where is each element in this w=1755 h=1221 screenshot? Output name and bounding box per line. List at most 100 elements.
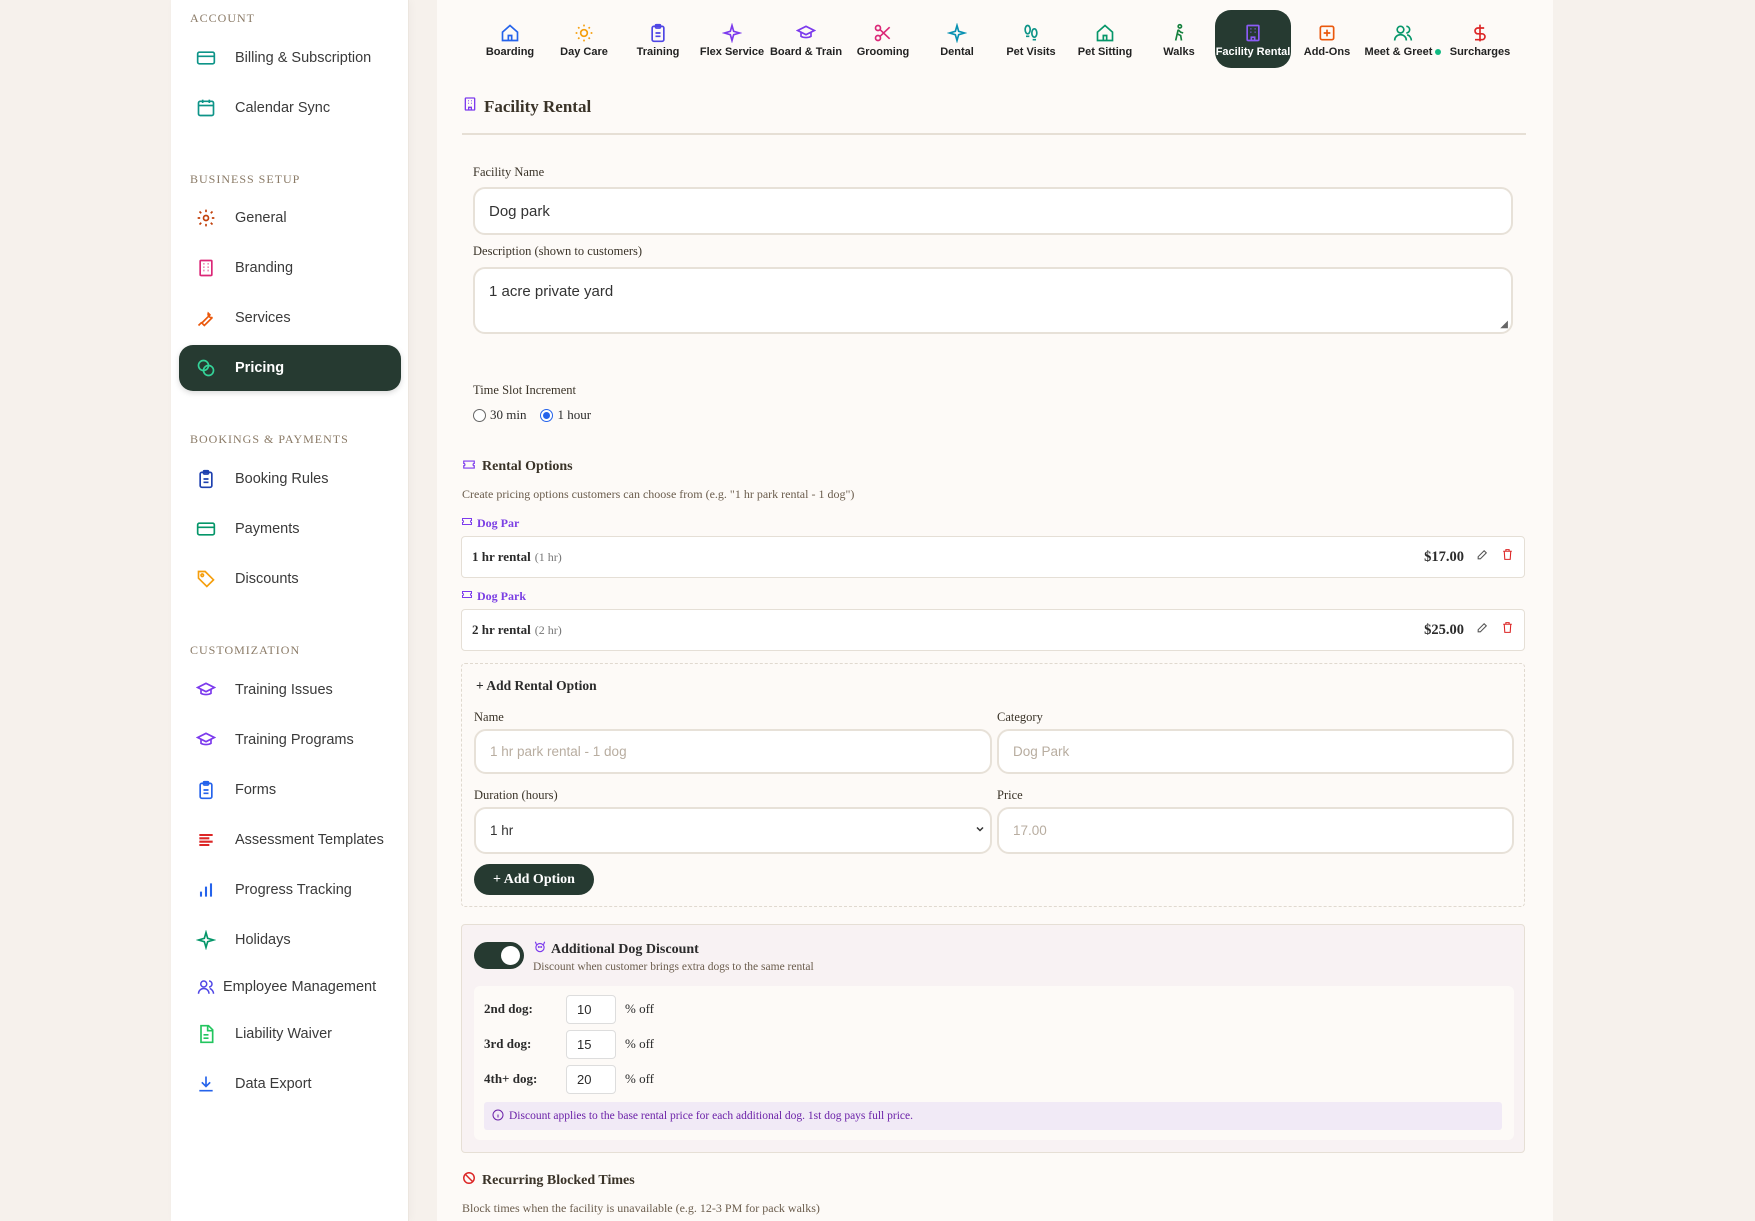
section-title-bookings-payments: BOOKINGS & PAYMENTS (190, 432, 349, 446)
discount-heading: Additional Dog Discount (533, 940, 699, 959)
sidebar-item-training-issues[interactable]: Training Issues (179, 667, 401, 713)
option-category-label: Category (997, 710, 1043, 724)
category-label: Dog Par (477, 515, 520, 530)
building-icon (462, 96, 478, 117)
tab-pet-sitting[interactable]: Pet Sitting (1067, 10, 1143, 68)
tab-label: Meet & Greet (1365, 46, 1442, 58)
gear-icon (195, 207, 217, 229)
section-title: Recurring Blocked Times (482, 1172, 635, 1188)
description-label: Description (shown to customers) (473, 244, 643, 258)
option-category-input[interactable]: Dog Park (997, 729, 1514, 774)
trash-icon[interactable] (1501, 621, 1514, 639)
tab-dental[interactable]: Dental (919, 10, 995, 68)
sidebar-item-assessment-templates[interactable]: Assessment Templates (179, 817, 401, 863)
sidebar-item-forms[interactable]: Forms (179, 767, 401, 813)
radio-label: 1 hour (557, 407, 592, 422)
tab-day-care[interactable]: Day Care (546, 10, 622, 68)
discount-3rd-dog-input[interactable]: 15 (566, 1030, 616, 1059)
sidebar-item-branding[interactable]: Branding (179, 245, 401, 291)
add-rental-option-panel: + Add Rental Option Name 1 hr park renta… (461, 663, 1525, 907)
sidebar-item-discounts[interactable]: Discounts (179, 556, 401, 602)
sidebar-item-pricing[interactable]: Pricing (179, 345, 401, 391)
discount-toggle[interactable] (474, 942, 524, 969)
add-rental-option-heading: + Add Rental Option (476, 678, 597, 693)
sidebar-item-services[interactable]: Services (179, 295, 401, 341)
sidebar-item-holidays[interactable]: Holidays (179, 917, 401, 963)
rental-options-heading: Rental Options (462, 457, 573, 476)
tab-facility-rental[interactable]: Facility Rental (1215, 10, 1291, 68)
sidebar-item-progress-tracking[interactable]: Progress Tracking (179, 867, 401, 913)
info-icon (492, 1109, 504, 1124)
option-price: $17.00 (1424, 548, 1464, 565)
price-label: Price (997, 788, 1023, 802)
sidebar-item-training-programs[interactable]: Training Programs (179, 717, 401, 763)
users-icon (195, 976, 217, 998)
price-input[interactable]: 17.00 (997, 807, 1514, 854)
sidebar-item-label: Forms (235, 782, 277, 798)
tab-label: Day Care (560, 46, 608, 58)
tab-boarding[interactable]: Boarding (472, 10, 548, 68)
rental-option-row: 1 hr rental (1 hr) $17.00 (461, 536, 1525, 578)
discount-4th-dog-input[interactable]: 20 (566, 1065, 616, 1094)
sidebar-item-label: Branding (235, 260, 294, 276)
edit-icon[interactable] (1476, 621, 1489, 639)
facility-name-input[interactable]: Dog park (473, 187, 1513, 235)
radio-label: 30 min (490, 407, 527, 422)
trash-icon[interactable] (1501, 548, 1514, 566)
wrench-icon (195, 307, 217, 329)
sun-icon (573, 22, 595, 44)
option-name-label: Name (474, 710, 504, 724)
sidebar-item-payments[interactable]: Payments (179, 506, 401, 552)
scissors-icon (872, 22, 894, 44)
sidebar-item-label: Training Issues (235, 682, 333, 698)
sidebar-item-general[interactable]: General (179, 195, 401, 241)
facility-rental-heading: Facility Rental (462, 96, 591, 117)
tab-label: Facility Rental (1215, 46, 1291, 58)
option-name: 1 hr rental (472, 549, 531, 564)
sidebar-item-label: Billing & Subscription (235, 50, 372, 66)
sidebar-item-liability-waiver[interactable]: Liability Waiver (179, 1011, 401, 1057)
add-option-button[interactable]: + Add Option (474, 864, 594, 895)
main-panel: Boarding Day Care Training Flex Service … (437, 0, 1553, 1221)
duration-select[interactable]: 1 hr (474, 807, 992, 854)
tab-pet-visits[interactable]: Pet Visits (993, 10, 1069, 68)
description-textarea[interactable]: 1 acre private yard ◢ (473, 267, 1513, 334)
dollar-icon (1469, 22, 1491, 44)
page-title: Facility Rental (484, 96, 592, 116)
option-name-input[interactable]: 1 hr park rental - 1 dog (474, 729, 992, 774)
sidebar-item-data-export[interactable]: Data Export (179, 1061, 401, 1107)
credit-card-icon (195, 47, 217, 69)
percent-off: % off (625, 1071, 655, 1086)
document-icon (195, 1023, 217, 1045)
tab-surcharges[interactable]: Surcharges (1442, 10, 1518, 68)
discount-2nd-dog-input[interactable]: 10 (566, 995, 616, 1024)
sparkle-icon (946, 22, 968, 44)
sidebar-item-booking-rules[interactable]: Booking Rules (179, 456, 401, 502)
tab-training[interactable]: Training (620, 10, 696, 68)
tab-flex-service[interactable]: Flex Service (694, 10, 770, 68)
sidebar-item-label: Employee Management (223, 979, 377, 995)
tab-label: Flex Service (699, 46, 765, 58)
tab-label: Board & Train (769, 46, 843, 58)
resize-handle-icon[interactable]: ◢ (1500, 319, 1508, 330)
edit-icon[interactable] (1476, 548, 1489, 566)
tab-board-and-train[interactable]: Board & Train (768, 10, 844, 68)
sidebar-item-calendar-sync[interactable]: Calendar Sync (179, 85, 401, 131)
tab-walks[interactable]: Walks (1141, 10, 1217, 68)
tab-label: Training (636, 46, 680, 58)
section-title-business-setup: BUSINESS SETUP (190, 172, 301, 186)
tab-grooming[interactable]: Grooming (845, 10, 921, 68)
category-tag: Dog Par (461, 515, 519, 531)
clipboard-icon (195, 779, 217, 801)
chevron-down-icon (974, 823, 986, 838)
sparkle-icon (721, 22, 743, 44)
radio-1-hour[interactable] (540, 408, 554, 422)
service-tabs: Boarding Day Care Training Flex Service … (472, 10, 1532, 68)
sidebar-item-employee-management[interactable]: Employee Management (179, 964, 401, 1010)
radio-30-min[interactable] (473, 408, 486, 422)
tab-label: Walks (1163, 46, 1195, 58)
tab-add-ons[interactable]: Add-Ons (1289, 10, 1365, 68)
tab-meet-and-greet[interactable]: Meet & Greet (1363, 10, 1443, 68)
sidebar-item-billing[interactable]: Billing & Subscription (179, 35, 401, 81)
ticket-icon (461, 588, 473, 604)
